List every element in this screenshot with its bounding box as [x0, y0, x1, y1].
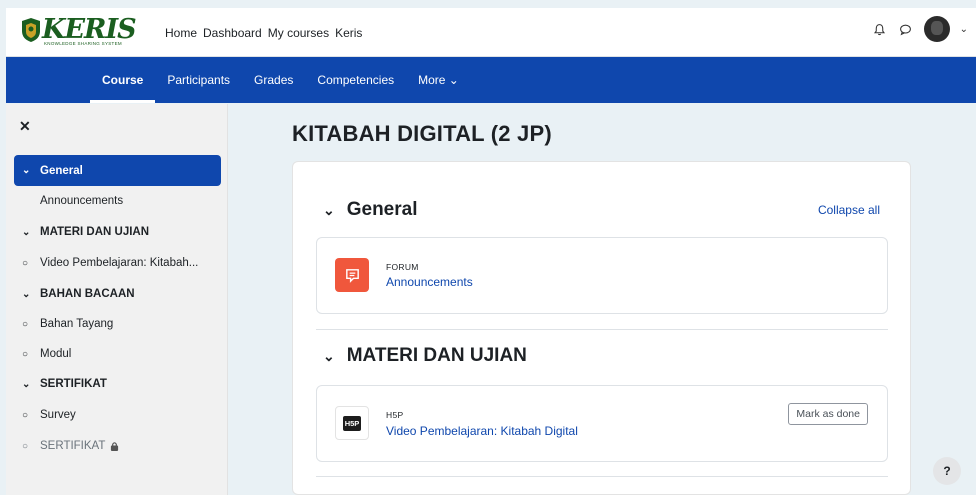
- activity-forum-announcements: FORUM Announcements: [316, 237, 888, 314]
- section-materi-dan-ujian-header[interactable]: ⌄ MATERI DAN UJIAN: [323, 345, 527, 367]
- circle-icon: ○: [22, 409, 29, 421]
- avatar-face: [930, 21, 943, 35]
- sidebar-item-label: General: [40, 164, 83, 177]
- primary-navigation: Home Dashboard My courses Keris: [165, 8, 362, 57]
- sidebar-item-label: MATERI DAN UJIAN: [40, 226, 150, 238]
- sidebar-item-survey[interactable]: ○ Survey: [14, 401, 221, 429]
- user-controls: ⌄: [872, 16, 968, 42]
- circle-icon: ○: [22, 257, 29, 269]
- close-icon[interactable]: ✕: [19, 118, 31, 135]
- section-title: MATERI DAN UJIAN: [346, 345, 527, 366]
- activity-link[interactable]: Video Pembelajaran: Kitabah Digital: [386, 424, 578, 438]
- chat-icon[interactable]: [898, 21, 914, 37]
- circle-icon: ○: [22, 318, 29, 330]
- page-title: KITABAH DIGITAL (2 JP): [292, 121, 552, 146]
- sidebar-item-sertifikat-section[interactable]: ⌄ SERTIFIKAT: [14, 370, 221, 398]
- section-title: General: [346, 199, 418, 220]
- section-general-header[interactable]: ⌄ General: [323, 199, 418, 221]
- chevron-down-icon: ⌄: [22, 226, 31, 238]
- circle-icon: ○: [22, 440, 29, 452]
- chevron-down-icon: ⌄: [323, 347, 335, 364]
- sidebar-item-label: Video Pembelajaran: Kitabah...: [40, 257, 199, 269]
- chevron-down-icon: ⌄: [22, 288, 31, 300]
- brand-tagline: KNOWLEDGE SHARING SYSTEM: [44, 41, 122, 46]
- sidebar-item-label: Announcements: [40, 195, 124, 207]
- section-divider: [316, 476, 888, 477]
- tab-more[interactable]: More ⌄: [406, 57, 471, 103]
- sidebar-item-label: Bahan Tayang: [40, 318, 114, 330]
- sidebar-item-materi-dan-ujian[interactable]: ⌄ MATERI DAN UJIAN: [14, 218, 221, 246]
- sidebar-item-general[interactable]: ⌄ General: [14, 155, 221, 186]
- course-index-drawer: ✕ ⌄ General Announcements ⌄ MATERI DAN U…: [6, 104, 228, 495]
- tab-competencies[interactable]: Competencies: [305, 57, 406, 103]
- chevron-down-icon[interactable]: ⌄: [960, 24, 968, 35]
- mark-as-done-button[interactable]: Mark as done: [788, 403, 868, 425]
- sidebar-item-bahan-tayang[interactable]: ○ Bahan Tayang: [14, 310, 221, 338]
- site-logo[interactable]: KERIS KNOWLEDGE SHARING SYSTEM: [20, 14, 137, 50]
- nav-dashboard[interactable]: Dashboard: [203, 26, 262, 40]
- nav-home[interactable]: Home: [165, 26, 197, 40]
- nav-keris[interactable]: Keris: [335, 26, 362, 40]
- course-secondary-navigation: Course Participants Grades Competencies …: [6, 57, 976, 103]
- activity-link[interactable]: Announcements: [386, 275, 473, 289]
- course-content: ⌄ General Collapse all FORUM Announcemen…: [292, 161, 911, 495]
- course-tabs: Course Participants Grades Competencies …: [90, 57, 471, 103]
- avatar[interactable]: [923, 16, 950, 42]
- top-navbar: KERIS KNOWLEDGE SHARING SYSTEM Home Dash…: [6, 8, 976, 57]
- sidebar-item-modul[interactable]: ○ Modul: [14, 340, 221, 368]
- h5p-badge: H5P: [342, 415, 362, 431]
- circle-icon: ○: [22, 348, 29, 360]
- sidebar-item-sertifikat[interactable]: ○ SERTIFIKAT: [14, 432, 221, 460]
- bell-icon[interactable]: [872, 21, 888, 37]
- sidebar-item-label: BAHAN BACAAN: [40, 288, 135, 300]
- activity-type: H5P: [386, 410, 404, 420]
- sidebar-item-label: Modul: [40, 348, 72, 360]
- forum-icon: [335, 258, 369, 292]
- help-button[interactable]: ?: [933, 457, 961, 485]
- sidebar-item-label: Survey: [40, 409, 76, 421]
- sidebar-item-announcements[interactable]: Announcements: [14, 187, 221, 215]
- activity-h5p-video: H5P H5P Video Pembelajaran: Kitabah Digi…: [316, 385, 888, 462]
- sidebar-item-video-pembelajaran[interactable]: ○ Video Pembelajaran: Kitabah...: [14, 249, 221, 277]
- sidebar-item-label: SERTIFIKAT: [40, 378, 107, 390]
- activity-type: FORUM: [386, 262, 419, 272]
- chevron-down-icon: ⌄: [22, 165, 31, 176]
- chevron-down-icon: ⌄: [323, 201, 335, 218]
- lock-icon: [111, 442, 119, 451]
- tab-grades[interactable]: Grades: [242, 57, 305, 103]
- tab-course[interactable]: Course: [90, 57, 156, 103]
- chevron-down-icon: ⌄: [22, 378, 31, 390]
- nav-my-courses[interactable]: My courses: [268, 26, 329, 40]
- emblem-icon: [22, 18, 40, 42]
- section-divider: [316, 329, 888, 330]
- sidebar-item-label: SERTIFIKAT: [40, 440, 106, 452]
- collapse-all-link[interactable]: Collapse all: [818, 203, 880, 217]
- h5p-icon: H5P: [335, 406, 369, 440]
- tab-participants[interactable]: Participants: [155, 57, 242, 103]
- sidebar-item-bahan-bacaan[interactable]: ⌄ BAHAN BACAAN: [14, 280, 221, 308]
